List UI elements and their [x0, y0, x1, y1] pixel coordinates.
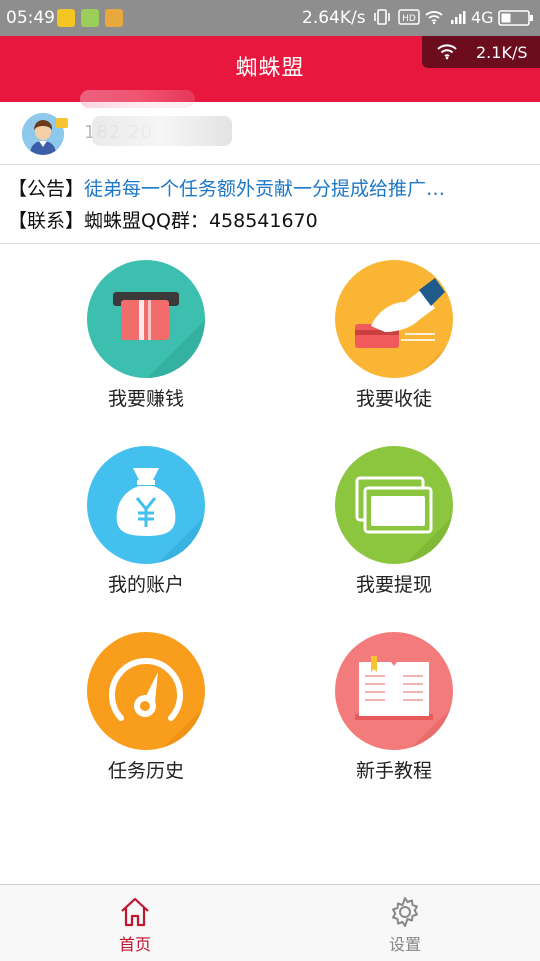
- vibrate-icon: [374, 8, 390, 31]
- notification-app-icon: [81, 9, 99, 27]
- app-header: 蜘蛛盟 2.1K/S: [0, 36, 540, 102]
- menu-my-account[interactable]: 我的账户: [46, 446, 246, 616]
- tab-settings[interactable]: 设置: [270, 885, 540, 961]
- hd-icon: HD: [398, 9, 420, 30]
- svg-text:HD: HD: [402, 14, 416, 24]
- avatar-chat-badge: [56, 118, 68, 128]
- menu-earn-money[interactable]: 我要赚钱: [46, 260, 246, 430]
- money-bag-icon: [87, 446, 205, 564]
- contact-number: 458541670: [208, 210, 318, 232]
- status-net-speed: 2.64K/s: [302, 8, 366, 28]
- home-icon: [118, 895, 152, 929]
- tab-home[interactable]: 首页: [0, 885, 270, 961]
- atm-card-icon: [87, 260, 205, 378]
- tab-label: 首页: [118, 935, 151, 954]
- network-speed-badge: 2.1K/S: [422, 36, 540, 68]
- contact-row: 【联系】蜘蛛盟QQ群：458541670: [8, 206, 318, 233]
- menu-label: 我的账户: [107, 574, 184, 596]
- notification-wallet-icon: [105, 9, 123, 27]
- privacy-blur-mask: [92, 116, 232, 146]
- menu-tutorial[interactable]: 新手教程: [294, 632, 494, 802]
- gear-icon: [388, 895, 422, 929]
- menu-task-history[interactable]: 任务历史: [46, 632, 246, 802]
- cards-icon: [335, 446, 453, 564]
- status-bar: 05:49 2.64K/s HD 4G: [0, 0, 540, 36]
- signal-icon: [450, 9, 468, 30]
- network-speed-rate: 2.1K/S: [476, 43, 528, 62]
- user-info[interactable]: 182 20: [0, 102, 540, 164]
- wifi-icon: [424, 9, 444, 30]
- divider: [0, 243, 540, 244]
- book-icon: [335, 632, 453, 750]
- battery-icon: [498, 10, 534, 31]
- announcement-tag: 【公告】: [8, 178, 85, 200]
- privacy-scribble: [80, 90, 195, 108]
- announcement-row[interactable]: 【公告】徒弟每一个任务额外贡献一分提成给推广…: [8, 174, 445, 201]
- tab-label: 设置: [388, 935, 421, 954]
- menu-label: 我要收徒: [355, 388, 432, 410]
- contact-tag: 【联系】: [8, 210, 85, 232]
- hand-card-icon: [335, 260, 453, 378]
- menu-withdraw[interactable]: 我要提现: [294, 446, 494, 616]
- notification-star-icon: [57, 9, 75, 27]
- menu-recruit[interactable]: 我要收徒: [294, 260, 494, 430]
- speedometer-icon: [87, 632, 205, 750]
- bottom-tab-bar: 首页 设置: [0, 884, 540, 961]
- contact-text: 蜘蛛盟QQ群：: [84, 210, 209, 232]
- wifi-icon: [436, 42, 458, 64]
- network-type-label: 4G: [471, 8, 494, 27]
- menu-label: 任务历史: [107, 760, 184, 782]
- menu-label: 我要赚钱: [107, 388, 184, 410]
- menu-label: 我要提现: [355, 574, 432, 596]
- menu-label: 新手教程: [355, 760, 432, 782]
- announcement-text[interactable]: 徒弟每一个任务额外贡献一分提成给推广…: [84, 178, 445, 200]
- status-time: 05:49: [6, 8, 55, 28]
- divider: [0, 164, 540, 165]
